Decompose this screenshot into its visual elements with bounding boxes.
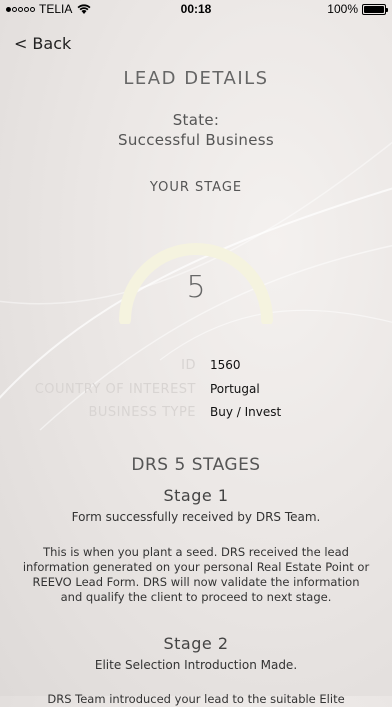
battery-icon [362,3,388,15]
stage-gauge [119,243,273,324]
info-label: COUNTRY OF INTEREST [34,382,196,397]
info-label: BUSINESS TYPE [88,405,196,420]
state-value: Successful Business [118,131,274,149]
status-bar: TELIA 00:18 100% [0,0,392,20]
info-row-country: COUNTRY OF INTEREST Portugal [0,382,392,402]
stage-item-1: Stage 1 Form successfully received by DR… [20,486,372,605]
state-label: State: [172,111,220,129]
status-right: 100% [327,2,388,16]
back-label: Back [32,34,72,53]
info-label: ID [181,358,196,373]
stage-description: DRS Team introduced your lead to the sui… [47,692,345,706]
info-value: Portugal [210,382,260,396]
info-row-business-type: BUSINESS TYPE Buy / Invest [0,405,392,425]
info-value: Buy / Invest [210,405,282,419]
stages-section-title: DRS 5 STAGES [131,455,261,475]
info-value: 1560 [210,358,241,372]
stage-description: This is when you plant a seed. DRS recei… [22,545,370,604]
stage-subtitle: Elite Selection Introduction Made. [94,658,298,672]
stage-item-2: Stage 2 Elite Selection Introduction Mad… [20,634,372,707]
your-stage-label: YOUR STAGE [149,180,243,195]
battery-percent: 100% [327,2,358,16]
back-button[interactable]: < Back [14,34,71,53]
info-row-id: ID 1560 [0,358,392,378]
stage-heading: Stage 2 [163,634,229,653]
page-title: LEAD DETAILS [123,68,269,89]
state-block: State: Successful Business [0,110,392,150]
stage-heading: Stage 1 [163,486,229,505]
stage-value: 5 [186,270,206,305]
chevron-left-icon: < [14,34,28,53]
stage-subtitle: Form successfully received by DRS Team. [71,510,321,524]
